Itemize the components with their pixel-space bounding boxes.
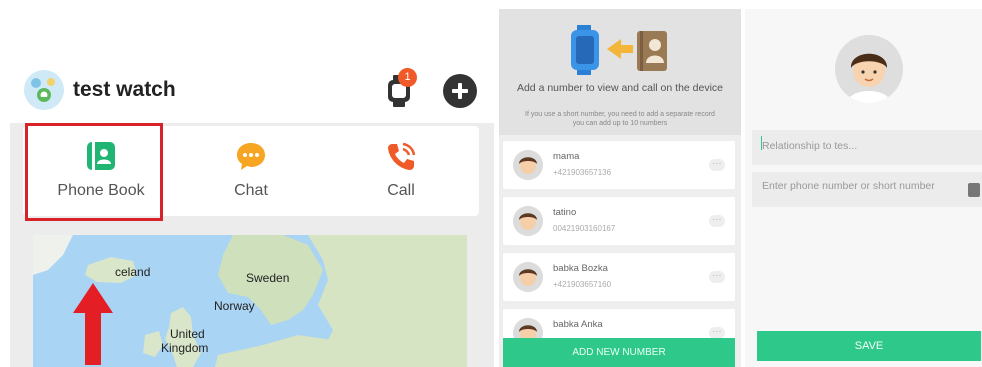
phone-number-input[interactable]: Enter phone number or short number	[752, 172, 982, 207]
add-new-number-button[interactable]: ADD NEW NUMBER	[503, 338, 735, 367]
call-icon	[388, 142, 416, 170]
phone-book-highlight-box	[25, 123, 163, 221]
map-label-norway: Norway	[214, 299, 255, 313]
chat-label: Chat	[234, 182, 268, 199]
phone-book-header: Add a number to view and call on the dev…	[499, 9, 741, 135]
map-label-sweden: Sweden	[246, 271, 290, 285]
contact-item[interactable]: mama +421903657136 ···	[503, 141, 735, 189]
app-header: test watch 1	[10, 57, 494, 123]
contact-name: babka Anka	[553, 319, 603, 330]
contact-name: mama	[553, 151, 580, 162]
contacts-book-icon[interactable]	[968, 183, 980, 197]
phone-number-placeholder: Enter phone number or short number	[762, 180, 935, 192]
contact-avatar	[513, 150, 543, 180]
contact-item[interactable]: tatino 00421903160167 ···	[503, 197, 735, 245]
call-label: Call	[387, 182, 415, 199]
more-options-icon[interactable]: ···	[709, 271, 725, 283]
relationship-input[interactable]: Relationship to tes...	[752, 130, 982, 165]
contact-avatar-icon[interactable]	[835, 35, 903, 103]
phone-book-subtitle-line2: you can add up to 10 numbers	[572, 120, 668, 127]
screenshot-collage: test watch 1 Phone Book Chat Call celand…	[0, 0, 982, 367]
contact-name: babka Bozka	[553, 263, 608, 274]
more-options-icon[interactable]: ···	[709, 215, 725, 227]
relationship-placeholder: Relationship to tes...	[762, 140, 858, 152]
chat-icon	[237, 143, 265, 170]
contact-name: tatino	[553, 207, 577, 218]
notification-badge[interactable]: 1	[398, 68, 417, 87]
add-contact-screen: Relationship to tes... Enter phone numbe…	[745, 9, 982, 367]
plus-icon[interactable]	[443, 74, 477, 108]
contact-avatar	[513, 206, 543, 236]
call-button[interactable]: Call	[331, 126, 471, 216]
phone-book-subtitle: If you use a short number, you need to a…	[507, 110, 733, 128]
map-label-united: United	[170, 327, 205, 341]
chat-button[interactable]: Chat	[181, 126, 321, 216]
app-title: test watch	[73, 78, 176, 101]
contact-number: 00421903160167	[553, 224, 616, 233]
phone-book-screen: Add a number to view and call on the dev…	[499, 9, 741, 367]
phone-book-subtitle-line1: If you use a short number, you need to a…	[525, 111, 715, 118]
contact-number: +421903657136	[553, 168, 612, 177]
home-screen: test watch 1 Phone Book Chat Call celand…	[10, 57, 494, 367]
avatar-icon[interactable]	[24, 70, 64, 110]
watch-to-contact-icon	[571, 25, 667, 75]
save-button[interactable]: SAVE	[757, 331, 981, 361]
contact-item[interactable]: babka Bozka +421903657160 ···	[503, 253, 735, 301]
more-options-icon[interactable]: ···	[709, 159, 725, 171]
map-label-iceland: celand	[115, 265, 151, 279]
contact-avatar	[513, 262, 543, 292]
contact-number: +421903657160	[553, 280, 612, 289]
red-arrow-up-icon	[73, 283, 113, 365]
phone-book-title: Add a number to view and call on the dev…	[516, 82, 724, 94]
map-label-kingdom: Kingdom	[161, 341, 209, 355]
